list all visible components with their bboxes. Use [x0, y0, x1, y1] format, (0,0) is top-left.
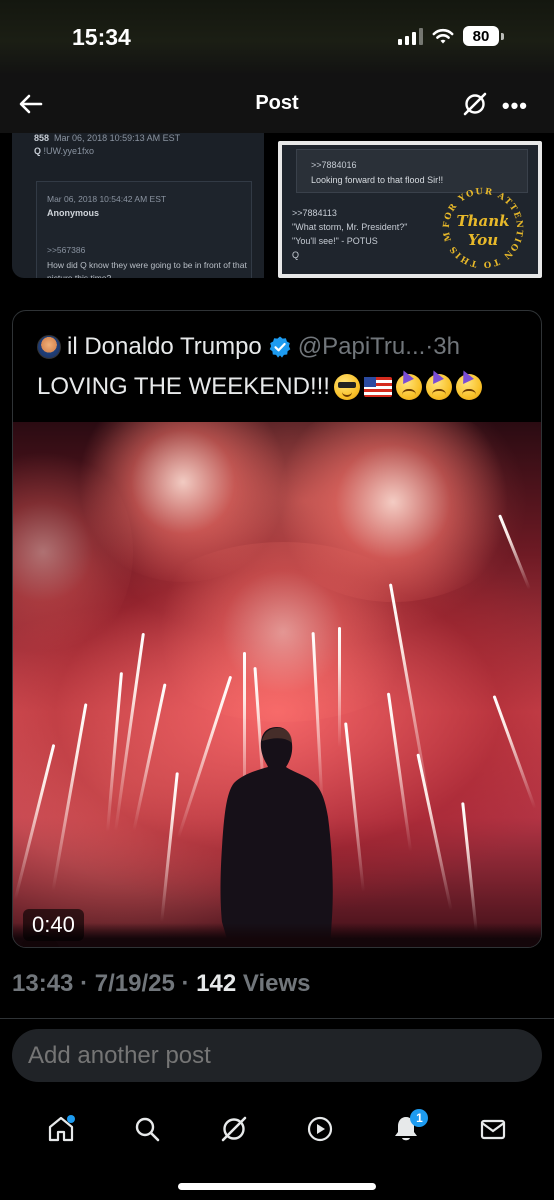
meta-separator: · — [80, 970, 89, 997]
svg-text:You: You — [468, 231, 498, 249]
home-indicator[interactable] — [178, 1183, 376, 1190]
wifi-icon — [432, 28, 454, 44]
battery-icon: 80 — [463, 26, 504, 46]
avatar[interactable] — [37, 335, 61, 359]
video-player[interactable]: 0:40 — [13, 422, 541, 947]
video-duration: 0:40 — [23, 909, 84, 941]
qdrop-screenshot-left[interactable]: 858 Mar 06, 2018 10:59:13 AM EST Q !UW.y… — [12, 133, 264, 278]
verified-icon — [269, 336, 291, 358]
post-meta: 13:43 · 7/19/25 · 142 Views — [12, 970, 310, 998]
meta-separator: · — [181, 970, 190, 997]
views-label[interactable]: Views — [243, 970, 311, 997]
inner-name: Anonymous — [47, 208, 100, 218]
tab-messages[interactable] — [473, 1109, 513, 1149]
crowd-silhouette — [13, 923, 541, 947]
status-bar: 15:34 80 — [0, 0, 554, 75]
partying-face-emoji-icon — [455, 374, 482, 400]
grok-tab-icon — [221, 1116, 247, 1142]
bottom-tab-bar: 1 — [0, 1094, 554, 1164]
qdrop-screenshot-right[interactable]: >>7884016 Looking forward to that flood … — [278, 141, 542, 278]
status-icons: 80 — [398, 26, 504, 46]
author-handle[interactable]: @PapiTru... — [298, 333, 426, 361]
qdrop-trip: Q !UW.yye1fxo — [34, 146, 95, 156]
quoted-post[interactable]: il Donaldo Trumpo @PapiTru... · 3h LOVIN… — [12, 310, 542, 948]
svg-text:Thank: Thank — [456, 212, 509, 230]
inner-date: Mar 06, 2018 10:54:42 AM EST — [47, 194, 167, 204]
post-age: 3h — [433, 333, 460, 360]
notifications-badge: 1 — [410, 1109, 429, 1127]
inner-ref: >>567386 — [47, 245, 86, 255]
qdrop-inner-post: Mar 06, 2018 10:54:42 AM EST Anonymous >… — [36, 181, 252, 278]
quoted-post-header: il Donaldo Trumpo @PapiTru... · 3h — [37, 333, 460, 361]
previous-post-images[interactable]: 858 Mar 06, 2018 10:59:13 AM EST Q !UW.y… — [12, 133, 542, 278]
reply-line-3: Q — [292, 250, 300, 260]
add-post-input[interactable] — [12, 1029, 542, 1082]
status-time: 15:34 — [72, 24, 131, 50]
partying-face-emoji-icon — [395, 374, 422, 400]
sunglasses-emoji-icon — [333, 374, 360, 400]
grok-icon[interactable] — [462, 91, 488, 117]
post-date: 7/19/25 — [94, 970, 175, 997]
tab-grok[interactable] — [214, 1109, 254, 1149]
divider — [0, 1018, 554, 1019]
qdrop-meta: 858 Mar 06, 2018 10:59:13 AM EST — [34, 133, 181, 143]
tab-search[interactable] — [127, 1109, 167, 1149]
search-icon — [136, 1117, 160, 1142]
mail-icon — [480, 1119, 505, 1140]
tab-notifications[interactable]: 1 — [386, 1109, 429, 1149]
us-flag-emoji-icon — [363, 377, 392, 397]
partying-face-emoji-icon — [425, 374, 452, 400]
tab-home[interactable] — [41, 1109, 81, 1149]
battery-level: 80 — [463, 26, 499, 46]
post-time: 13:43 — [12, 970, 74, 997]
quoted-post-text: LOVING THE WEEKEND!!! — [37, 373, 482, 401]
reply-ref: >>7884113 — [292, 208, 337, 218]
box-text: Looking forward to that flood Sir!! — [311, 175, 444, 185]
box-ref: >>7884016 — [311, 160, 357, 170]
views-count[interactable]: 142 — [196, 970, 236, 997]
thank-you-seal: FOR YOUR ATTENTION TO THIS MATTER Thank … — [438, 183, 523, 269]
post-header: Post ••• — [0, 75, 554, 133]
person-silhouette — [220, 727, 333, 947]
inner-text: How did Q know they were going to be in … — [47, 260, 247, 278]
tab-video[interactable] — [300, 1109, 340, 1149]
reply-line-2: "You'll see!" - POTUS — [292, 236, 378, 246]
separator-dot: · — [425, 333, 434, 360]
author-name[interactable]: il Donaldo Trumpo — [67, 333, 262, 361]
quoted-post-body: LOVING THE WEEKEND!!! — [37, 373, 330, 400]
signal-icon — [398, 27, 423, 45]
more-icon[interactable]: ••• — [502, 93, 528, 119]
reply-line-1: "What storm, Mr. President?" — [292, 222, 408, 232]
video-icon — [308, 1116, 333, 1142]
